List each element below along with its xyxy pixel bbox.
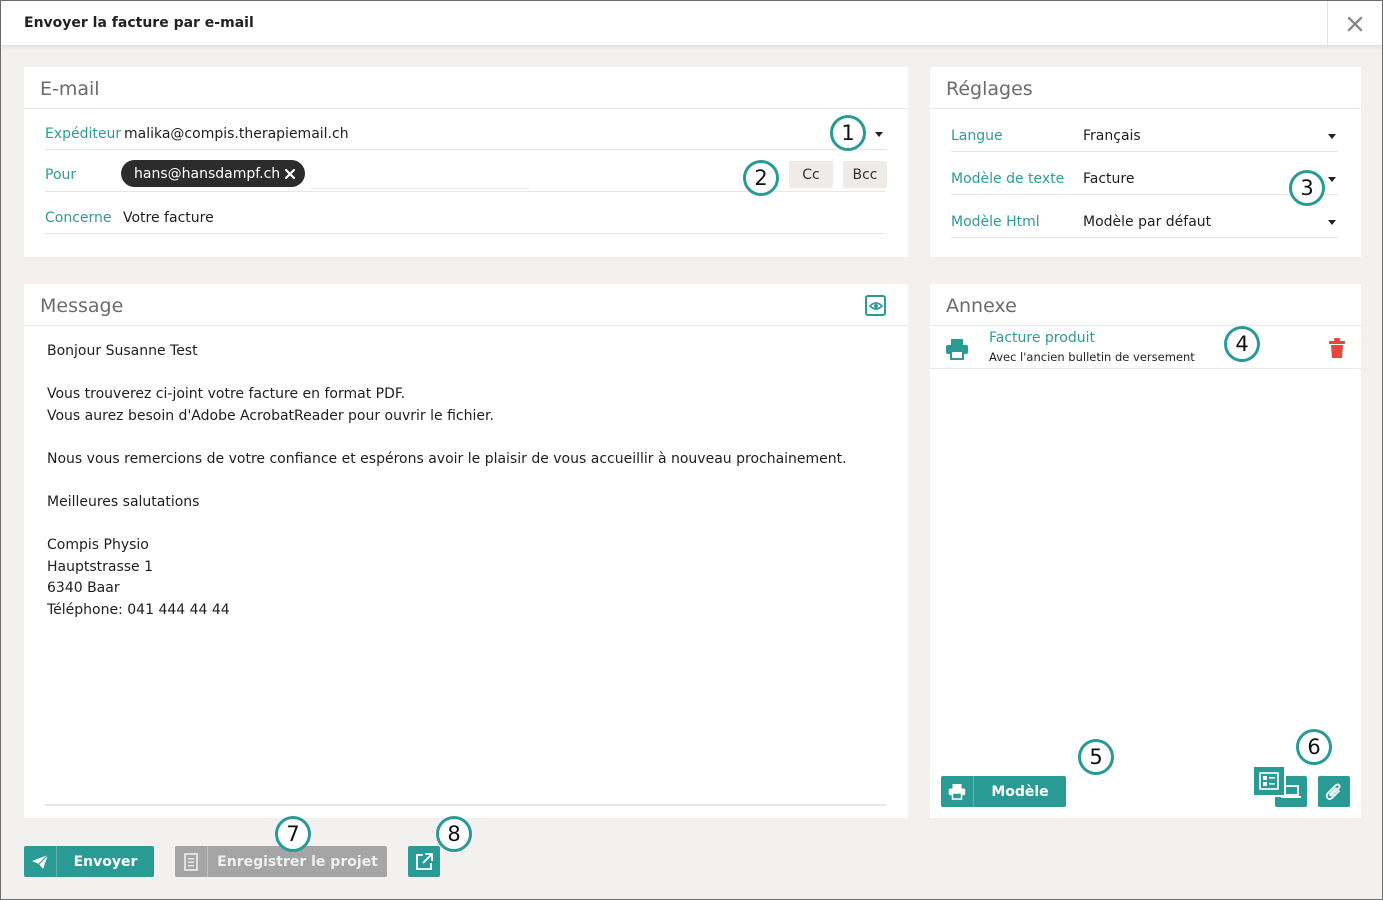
- email-panel-title: E-mail: [40, 78, 100, 100]
- message-bottom-line: [45, 804, 886, 806]
- callout-4: 4: [1224, 326, 1260, 362]
- message-line: Meilleures salutations: [47, 494, 200, 510]
- chevron-down-icon[interactable]: [875, 132, 883, 137]
- callout-3: 3: [1289, 170, 1325, 206]
- message-panel: Message Bonjour Susanne Test Vous trouve…: [24, 284, 908, 818]
- message-line: Hauptstrasse 1: [47, 559, 154, 575]
- settings-panel-title: Réglages: [946, 78, 1033, 100]
- attachment-panel: Annexe Facture produit Avec l'ancien bul…: [930, 284, 1361, 818]
- document-icon: [184, 852, 198, 871]
- message-line: Vous trouverez ci-joint votre facture en…: [47, 386, 406, 402]
- callout-1: 1: [830, 115, 866, 151]
- subject-input[interactable]: Votre facture: [123, 210, 214, 226]
- callout-5: 5: [1078, 739, 1114, 775]
- language-label: Langue: [951, 128, 1003, 144]
- message-line: Nous vous remercions de votre confiance …: [47, 451, 847, 467]
- html-template-label: Modèle Html: [951, 214, 1040, 230]
- callout-8: 8: [436, 816, 472, 852]
- language-row: [951, 122, 1338, 152]
- email-dialog: Envoyer la facture par e-mail E-mail Exp…: [0, 0, 1383, 900]
- message-line: Téléphone: 041 444 44 44: [47, 602, 230, 618]
- printer-icon-segment: [941, 776, 974, 807]
- text-template-label: Modèle de texte: [951, 171, 1065, 187]
- document-icon-segment: [175, 846, 208, 877]
- from-label: Expéditeur: [45, 126, 122, 142]
- message-line: Bonjour Susanne Test: [47, 343, 198, 359]
- message-body[interactable]: Bonjour Susanne Test Vous trouverez ci-j…: [24, 326, 908, 804]
- save-project-label: Enregistrer le projet: [217, 853, 378, 870]
- callout-2: 2: [743, 160, 779, 196]
- cc-button[interactable]: Cc: [789, 161, 833, 188]
- paperclip-icon: [1325, 783, 1341, 800]
- to-label: Pour: [45, 167, 77, 183]
- recipient-chip[interactable]: hans@hansdampf.ch: [121, 160, 305, 187]
- send-icon-segment: [24, 846, 57, 877]
- divider: [24, 108, 908, 109]
- text-template-select[interactable]: Facture: [1083, 171, 1134, 187]
- language-select[interactable]: Français: [1083, 128, 1141, 144]
- dialog-titlebar: Envoyer la facture par e-mail: [1, 1, 1382, 46]
- recipient-chip-label: hans@hansdampf.ch: [134, 165, 281, 182]
- list-attach-button[interactable]: [1252, 765, 1286, 797]
- send-button[interactable]: Envoyer: [24, 846, 154, 877]
- printer-icon: [946, 339, 968, 360]
- message-line: Vous aurez besoin d'Adobe AcrobatReader …: [47, 408, 494, 424]
- attach-file-button[interactable]: [1318, 776, 1350, 807]
- list-icon: [1259, 772, 1279, 790]
- eye-icon: [868, 301, 883, 310]
- attachment-title[interactable]: Facture produit: [989, 330, 1095, 346]
- attachment-panel-title: Annexe: [946, 295, 1017, 317]
- email-panel: E-mail Expéditeur malika@compis.therapie…: [24, 67, 908, 257]
- close-button[interactable]: [1327, 1, 1382, 46]
- recipient-input[interactable]: [311, 160, 529, 189]
- template-button-label: Modèle: [991, 783, 1049, 800]
- close-icon: [1347, 16, 1363, 31]
- settings-panel: Réglages Langue Français Modèle de texte…: [930, 67, 1361, 257]
- close-icon[interactable]: [284, 168, 296, 180]
- message-panel-title: Message: [40, 295, 124, 317]
- chevron-down-icon[interactable]: [1328, 177, 1336, 182]
- attachment-subtitle: Avec l'ancien bulletin de versement: [989, 350, 1195, 364]
- html-template-select[interactable]: Modèle par défaut: [1083, 214, 1211, 230]
- divider: [930, 108, 1361, 109]
- printer-icon: [948, 784, 966, 800]
- open-external-button[interactable]: [408, 846, 440, 877]
- subject-label: Concerne: [45, 210, 112, 226]
- chevron-down-icon[interactable]: [1328, 220, 1336, 225]
- external-link-icon: [416, 852, 433, 870]
- callout-7: 7: [275, 816, 311, 852]
- chevron-down-icon[interactable]: [1328, 134, 1336, 139]
- attachment-item[interactable]: Facture produit Avec l'ancien bulletin d…: [930, 326, 1361, 369]
- dialog-title: Envoyer la facture par e-mail: [24, 15, 254, 31]
- template-button[interactable]: Modèle: [941, 776, 1066, 807]
- send-icon: [32, 854, 49, 869]
- message-line: Compis Physio: [47, 537, 149, 553]
- callout-6: 6: [1296, 729, 1332, 765]
- bcc-button[interactable]: Bcc: [843, 161, 887, 188]
- message-line: 6340 Baar: [47, 580, 120, 596]
- from-select[interactable]: malika@compis.therapiemail.ch: [124, 126, 349, 142]
- send-button-label: Envoyer: [73, 853, 138, 870]
- preview-button[interactable]: [865, 295, 886, 316]
- trash-icon[interactable]: [1329, 338, 1345, 358]
- save-project-button[interactable]: Enregistrer le projet: [175, 846, 387, 877]
